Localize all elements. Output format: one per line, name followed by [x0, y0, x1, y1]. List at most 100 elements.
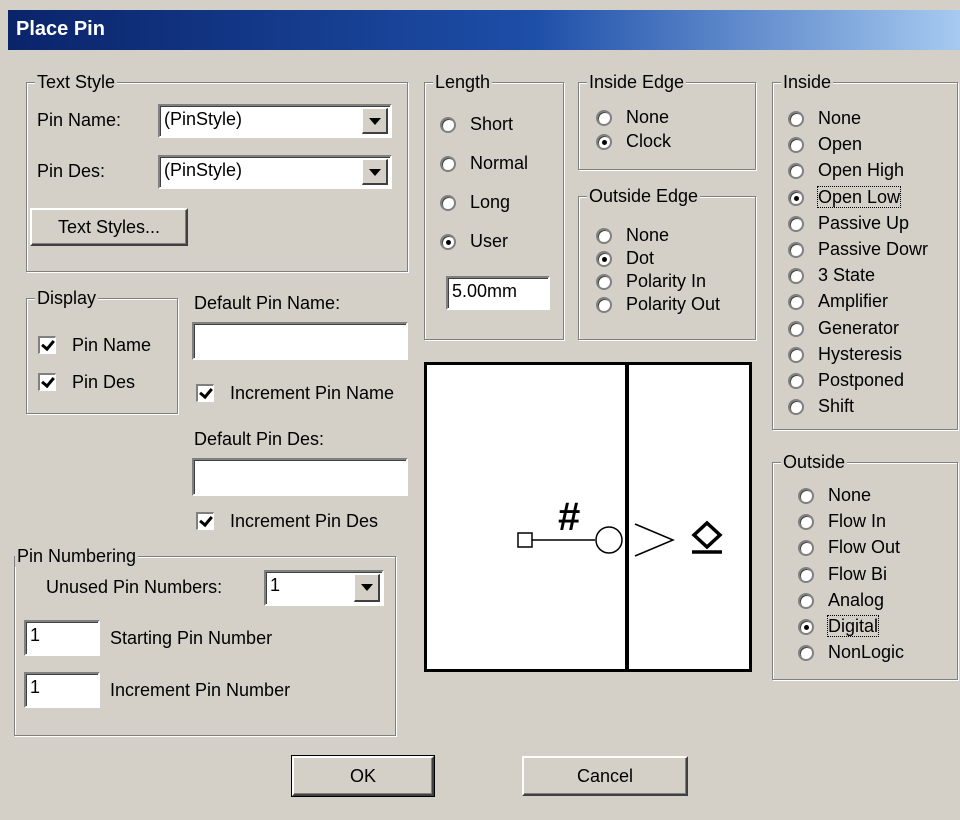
pin-des-style-value: (PinStyle) — [164, 160, 243, 180]
pin-numbering-legend: Pin Numbering — [15, 545, 139, 567]
inside-passive-up-radio[interactable] — [788, 215, 804, 232]
pin-des-symbol: # — [558, 495, 580, 539]
length-normal-radio[interactable] — [440, 156, 456, 172]
outside-edge-polarity-in-label: Polarity In — [626, 271, 707, 291]
open-low-symbol — [691, 520, 723, 550]
length-short-label: Short — [470, 114, 514, 134]
inside-passive-dowr-radio[interactable] — [788, 242, 804, 258]
outside-legend: Outside — [781, 451, 848, 473]
inside-open-label: Open — [818, 134, 863, 155]
pin-end-square — [517, 532, 533, 548]
display-pin-des-label: Pin Des — [72, 372, 136, 392]
inside-amplifier-label: Amplifier — [818, 291, 889, 312]
text-styles-button[interactable]: Text Styles... — [30, 208, 188, 246]
inside-postponed-label: Postponed — [818, 370, 905, 390]
inside-legend: Inside — [781, 71, 834, 93]
chevron-down-icon[interactable] — [354, 574, 380, 602]
default-pin-des-input[interactable] — [192, 458, 408, 496]
inside-edge-none-label: None — [626, 107, 670, 127]
increment-pin-des-label: Increment Pin Des — [230, 511, 379, 531]
outside-flow-in-label: Flow In — [828, 511, 887, 532]
dot-symbol — [595, 526, 623, 554]
chevron-down-icon[interactable] — [362, 108, 388, 134]
length-user-label: User — [470, 231, 509, 251]
length-user-value: 5.00mm — [452, 281, 518, 301]
increment-pin-name-label: Increment Pin Name — [230, 383, 395, 403]
outside-analog-radio[interactable] — [798, 592, 814, 609]
pin-name-style-value: (PinStyle) — [164, 109, 243, 129]
outside-none-radio[interactable] — [798, 488, 814, 504]
length-long-radio[interactable] — [440, 195, 456, 211]
increment-pin-number-input[interactable]: 1 — [24, 672, 100, 708]
length-legend: Length — [433, 71, 493, 93]
inside-generator-radio[interactable] — [788, 320, 804, 337]
outside-edge-dot-radio[interactable] — [596, 251, 612, 267]
outside-edge-polarity-out-radio[interactable] — [596, 297, 612, 313]
inside-shift-label: Shift — [818, 396, 855, 417]
default-pin-des-label: Default Pin Des: — [194, 429, 325, 449]
pin-des-style-select[interactable]: (PinStyle) — [158, 155, 392, 189]
outside-flow-bi-label: Flow Bi — [828, 563, 888, 584]
title-bar: Place Pin — [8, 10, 960, 50]
inside-none-label: None — [818, 108, 862, 128]
increment-pin-number-value: 1 — [30, 677, 41, 697]
outside-digital-label: Digital — [826, 615, 880, 637]
inside-3-state-label: 3 State — [818, 265, 876, 286]
outside-edge-none-radio[interactable] — [596, 228, 612, 244]
display-pin-name-checkbox[interactable] — [38, 336, 56, 354]
outside-edge-group: Outside Edge — [578, 185, 756, 340]
inside-none-radio[interactable] — [788, 111, 804, 127]
dialog-title: Place Pin — [16, 18, 105, 40]
starting-pin-number-label: Starting Pin Number — [110, 628, 273, 648]
chevron-down-icon[interactable] — [362, 159, 388, 185]
outside-flow-out-label: Flow Out — [828, 537, 901, 558]
text-style-legend: Text Style — [35, 71, 118, 93]
place-pin-dialog: Place Pin Text Style Pin Name: (PinStyle… — [0, 0, 960, 820]
pin-preview: # — [424, 362, 752, 672]
pin-name-style-select[interactable]: (PinStyle) — [158, 104, 392, 138]
inside-open-low-radio[interactable] — [788, 189, 804, 206]
display-pin-name-label: Pin Name — [72, 335, 152, 355]
starting-pin-number-value: 1 — [30, 625, 41, 645]
display-pin-des-checkbox[interactable] — [38, 373, 56, 391]
cancel-button[interactable]: Cancel — [522, 756, 688, 796]
default-pin-name-input[interactable] — [192, 322, 408, 360]
display-group: Display — [26, 287, 178, 414]
length-short-radio[interactable] — [440, 117, 456, 133]
inside-edge-clock-label: Clock — [626, 131, 672, 151]
inside-hysteresis-radio[interactable] — [788, 346, 804, 363]
outside-edge-legend: Outside Edge — [587, 185, 701, 207]
outside-digital-radio[interactable] — [798, 619, 814, 635]
inside-open-high-label: Open High — [818, 160, 905, 181]
inside-hysteresis-label: Hysteresis — [818, 343, 903, 364]
inside-edge-clock-radio[interactable] — [596, 134, 612, 150]
default-pin-name-label: Default Pin Name: — [194, 293, 341, 313]
inside-edge-legend: Inside Edge — [587, 71, 687, 93]
increment-pin-name-checkbox[interactable] — [196, 384, 214, 402]
pin-name-style-label: Pin Name: — [37, 110, 122, 130]
unused-pin-numbers-value: 1 — [270, 575, 281, 595]
length-user-radio[interactable] — [440, 234, 456, 250]
inside-open-low-label: Open Low — [816, 185, 902, 208]
ok-button[interactable]: OK — [291, 755, 435, 797]
pin-preview-drawing: # — [517, 365, 723, 669]
outside-edge-polarity-in-radio[interactable] — [596, 274, 612, 290]
outside-analog-label: Analog — [828, 589, 885, 610]
length-long-label: Long — [470, 192, 511, 212]
pin-des-style-label: Pin Des: — [37, 161, 106, 181]
unused-pin-numbers-select[interactable]: 1 — [264, 570, 384, 606]
inside-passive-dowr-label: Passive Dowr — [818, 239, 929, 259]
outside-edge-dot-label: Dot — [626, 248, 655, 268]
length-normal-label: Normal — [470, 153, 529, 173]
clock-symbol — [634, 523, 675, 557]
increment-pin-des-checkbox[interactable] — [196, 512, 214, 530]
inside-edge-none-radio[interactable] — [596, 110, 612, 126]
unused-pin-numbers-label: Unused Pin Numbers: — [46, 577, 223, 597]
outside-flow-bi-radio[interactable] — [798, 566, 814, 583]
starting-pin-number-input[interactable]: 1 — [24, 620, 100, 656]
display-legend: Display — [35, 287, 99, 309]
length-user-input[interactable]: 5.00mm — [446, 276, 550, 310]
inside-postponed-radio[interactable] — [788, 373, 804, 389]
outside-edge-none-label: None — [626, 225, 670, 245]
outside-edge-polarity-out-label: Polarity Out — [626, 294, 721, 314]
